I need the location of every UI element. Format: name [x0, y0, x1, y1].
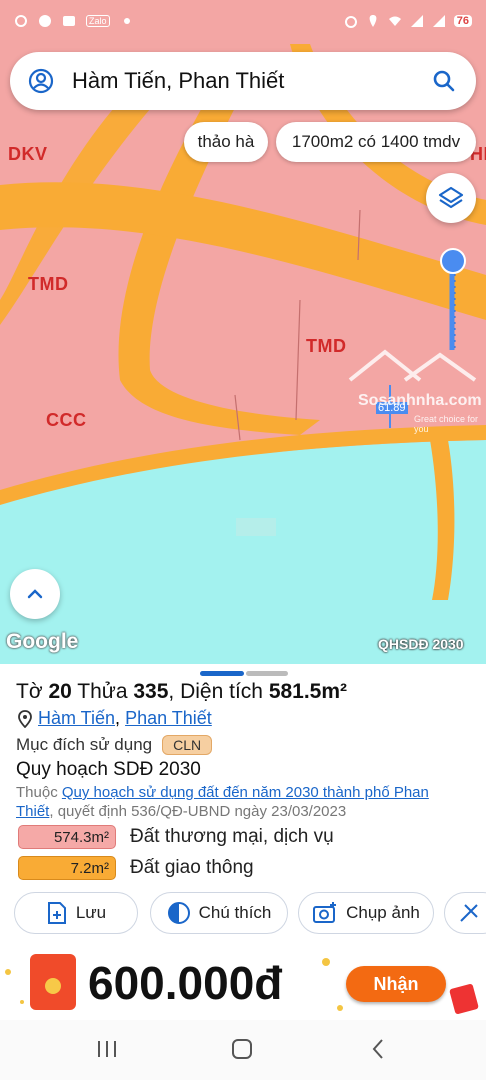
location-dot — [440, 248, 466, 274]
google-logo: Google — [6, 630, 79, 653]
legend-button[interactable]: Chú thích — [150, 892, 288, 934]
search-bar[interactable]: Hàm Tiến, Phan Thiết — [10, 52, 476, 110]
layers-icon — [438, 186, 464, 209]
gallery-icon — [63, 16, 75, 26]
claim-button[interactable]: Nhận — [346, 966, 446, 1002]
zone-label-dkv: DKV — [8, 144, 48, 164]
watermark-text: Sosanhnha.com — [358, 392, 482, 409]
watermark-subtext: Great choice for you — [414, 414, 479, 434]
layers-button[interactable] — [426, 173, 476, 223]
signal-icon — [410, 15, 423, 27]
purpose-code-badge: CLN — [162, 735, 213, 755]
zone-name-traffic: Đất giao thông — [130, 857, 254, 878]
save-label: Lưu — [75, 903, 107, 922]
plan-link-cont[interactable]: Thiết — [16, 803, 49, 820]
page-indicator — [246, 671, 288, 676]
ward-link[interactable]: Hàm Tiến — [38, 708, 115, 729]
save-button[interactable]: Lưu — [14, 892, 138, 934]
location-icon — [369, 15, 377, 27]
zone-label-tmd: TMD — [28, 274, 69, 294]
plan-decision: , quyết định 536/QĐ-UBND ngày 23/03/2023 — [49, 803, 347, 820]
purpose-label: Mục đích sử dụng — [16, 735, 153, 754]
plan-description: Thuộc Quy hoạch sử dụng đất đến năm 2030… — [16, 783, 476, 821]
zone-area-traffic: 7.2m² — [18, 856, 116, 880]
save-icon — [47, 902, 66, 924]
saved-chip-thao-ha[interactable]: thảo hà — [184, 122, 268, 162]
back-icon[interactable] — [370, 1038, 386, 1060]
belongs-prefix: Thuộc — [16, 784, 58, 801]
parcel-title: Tờ 20 Thửa 335, Diện tích 581.5m² — [16, 680, 348, 703]
recent-apps-icon[interactable] — [96, 1039, 118, 1059]
chevron-up-icon — [27, 589, 43, 599]
globe-icon — [39, 15, 51, 27]
battery-icon: 76 — [453, 15, 472, 27]
location-separator: , — [115, 708, 121, 728]
legend-icon — [167, 902, 190, 924]
signal-icon-2 — [432, 15, 445, 27]
capture-button[interactable]: Chụp ảnh — [298, 892, 434, 934]
zone-label-tmd-2: TMD — [306, 336, 347, 356]
plan-link[interactable]: Quy hoạch sử dụng đất đến năm 2030 thành… — [62, 784, 429, 801]
zone-name-commercial: Đất thương mại, dịch vụ — [130, 826, 334, 847]
promo-amount: 600.000đ — [88, 957, 283, 1009]
capture-label: Chụp ảnh — [346, 903, 420, 922]
layer-label: QHSDĐ 2030 — [378, 636, 464, 652]
purpose-row: Mục đích sử dụng CLN — [16, 735, 213, 755]
plan-title: Quy hoạch SDĐ 2030 — [16, 759, 201, 780]
zalo-icon: Zalo — [86, 15, 110, 27]
location-pin-icon — [18, 709, 32, 728]
page-indicator-active — [200, 671, 244, 676]
expand-sheet-button[interactable] — [10, 569, 60, 619]
water-mark — [236, 518, 276, 536]
search-icon[interactable] — [432, 69, 456, 93]
saved-chip-1700m2[interactable]: 1700m2 có 1400 tmdv — [276, 122, 476, 162]
notification-icon — [15, 15, 27, 27]
account-icon[interactable] — [28, 68, 54, 94]
more-tools-button[interactable] — [444, 892, 486, 934]
alarm-icon — [344, 16, 357, 28]
zone-area-commercial: 574.3m² — [18, 825, 116, 849]
dot-icon — [123, 18, 130, 24]
red-envelope-icon — [30, 954, 76, 1010]
wifi-icon — [388, 16, 401, 26]
status-bar: Zalo 76 — [0, 0, 486, 44]
zone-label-ccc: CCC — [46, 410, 87, 430]
camera-icon — [313, 902, 337, 923]
system-nav-bar — [0, 1020, 486, 1080]
home-icon[interactable] — [231, 1038, 253, 1060]
promo-banner[interactable]: 600.000đ Nhận — [0, 946, 486, 1020]
legend-label: Chú thích — [198, 903, 272, 922]
parcel-location: Hàm Tiến, Phan Thiết — [18, 708, 212, 729]
city-link[interactable]: Phan Thiết — [125, 708, 212, 729]
search-input[interactable]: Hàm Tiến, Phan Thiết — [72, 68, 284, 94]
measure-icon — [460, 904, 478, 922]
